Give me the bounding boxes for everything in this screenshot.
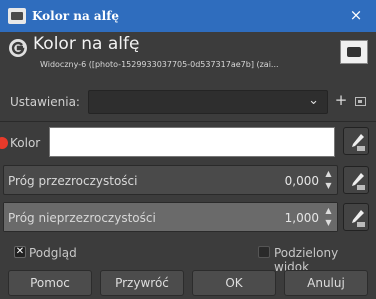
reset-button[interactable]: Przywróć: [100, 270, 184, 296]
dialog-title: Kolor na alfę: [33, 34, 140, 54]
presets-combo[interactable]: ⌄: [88, 90, 328, 114]
color-swatch-button[interactable]: [49, 127, 335, 157]
gimp-window-icon: [8, 8, 26, 24]
presets-row: Ustawienia: ⌄ +: [0, 88, 376, 116]
help-button[interactable]: Pomoc: [8, 270, 92, 296]
title-bar: Kolor na alfę ×: [0, 0, 376, 32]
transparency-threshold-spinscale[interactable]: Próg przezroczystości 0,000 ▲ ▼: [3, 165, 338, 195]
eyedropper-icon: [352, 134, 365, 151]
presets-menu-icon[interactable]: [355, 97, 366, 106]
dialog-header: Kolor na alfę Widoczny-6 ([photo-1529933…: [0, 32, 376, 84]
add-preset-icon[interactable]: +: [334, 91, 348, 109]
image-thumbnail: [340, 40, 368, 64]
transparency-threshold-picker-button[interactable]: [343, 166, 369, 194]
eyedropper-icon: [352, 210, 365, 227]
color-picker-button[interactable]: [343, 127, 369, 155]
button-bar: Pomoc Przywróć OK Anuluj: [0, 268, 376, 299]
preview-label[interactable]: Podgląd: [29, 246, 77, 260]
split-view-checkbox[interactable]: [258, 246, 270, 258]
chevron-down-icon[interactable]: ⌄: [308, 93, 319, 108]
window-title: Kolor na alfę: [32, 9, 120, 23]
presets-label: Ustawienia:: [10, 95, 80, 109]
opacity-threshold-spinscale[interactable]: Próg nieprzezroczystości 1,000 ▲ ▼: [3, 202, 338, 232]
cancel-button[interactable]: Anuluj: [284, 270, 368, 296]
preview-checkbox[interactable]: ✕: [14, 246, 26, 258]
transparency-threshold-value[interactable]: 0,000: [285, 174, 319, 188]
step-down-icon[interactable]: ▼: [323, 180, 334, 192]
annotation-marker: [0, 137, 8, 149]
opacity-threshold-label: Próg nieprzezroczystości: [8, 211, 156, 225]
image-subtitle: Widoczny-6 ([photo-1529933037705-0d53731…: [40, 60, 279, 69]
gimp-logo-icon: [9, 39, 27, 57]
color-label: Kolor: [10, 136, 41, 150]
opacity-threshold-value[interactable]: 1,000: [285, 211, 319, 225]
step-down-icon[interactable]: ▼: [323, 217, 334, 229]
transparency-threshold-label: Próg przezroczystości: [8, 174, 138, 188]
opacity-threshold-picker-button[interactable]: [343, 203, 369, 231]
transparency-threshold-stepper[interactable]: ▲ ▼: [323, 168, 334, 193]
preview-options-row: ✕ Podgląd Podzielony widok: [0, 244, 376, 274]
step-up-icon[interactable]: ▲: [323, 168, 334, 180]
ok-button[interactable]: OK: [192, 270, 276, 296]
close-icon[interactable]: ×: [348, 7, 364, 23]
step-up-icon[interactable]: ▲: [323, 205, 334, 217]
opacity-threshold-stepper[interactable]: ▲ ▼: [323, 205, 334, 230]
divider: [0, 121, 376, 122]
eyedropper-icon: [352, 173, 365, 190]
